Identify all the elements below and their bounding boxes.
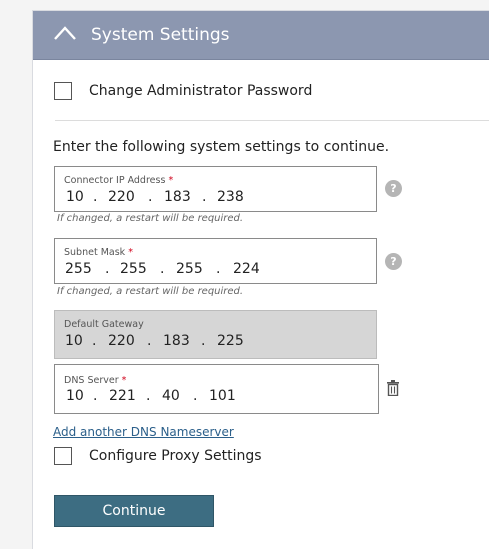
trash-icon[interactable] bbox=[386, 380, 400, 396]
connector-ip-field[interactable]: Connector IP Address * 10 . 220 . 183 . … bbox=[54, 166, 377, 212]
octet-separator: . bbox=[146, 388, 151, 404]
proxy-checkbox[interactable] bbox=[54, 447, 72, 465]
octet-separator: . bbox=[147, 333, 152, 349]
default-gateway-label: Default Gateway bbox=[64, 319, 144, 330]
octet-separator: . bbox=[193, 388, 198, 404]
octet-separator: . bbox=[160, 261, 165, 277]
mask-octet-4[interactable]: 224 bbox=[233, 261, 260, 277]
dns-octet-1[interactable]: 10 bbox=[66, 388, 84, 404]
change-password-label[interactable]: Change Administrator Password bbox=[89, 83, 312, 99]
help-icon[interactable]: ? bbox=[385, 253, 402, 270]
gateway-octet-4: 225 bbox=[217, 333, 244, 349]
subnet-mask-field[interactable]: Subnet Mask * 255 . 255 . 255 . 224 bbox=[54, 238, 377, 284]
octet-separator: . bbox=[93, 189, 98, 205]
required-mark: * bbox=[121, 375, 127, 386]
gateway-octet-2: 220 bbox=[108, 333, 135, 349]
help-icon[interactable]: ? bbox=[385, 180, 402, 197]
ip-octet-1[interactable]: 10 bbox=[66, 189, 84, 205]
mask-octet-3[interactable]: 255 bbox=[176, 261, 203, 277]
octet-separator: . bbox=[93, 388, 98, 404]
gateway-octet-3: 183 bbox=[163, 333, 190, 349]
subnet-mask-label: Subnet Mask * bbox=[64, 247, 133, 258]
dns-octet-3[interactable]: 40 bbox=[162, 388, 180, 404]
required-mark: * bbox=[128, 247, 133, 258]
default-gateway-field: Default Gateway 10 . 220 . 183 . 225 bbox=[54, 310, 377, 359]
connector-ip-label: Connector IP Address * bbox=[64, 175, 174, 186]
octet-separator: . bbox=[92, 333, 97, 349]
restart-hint: If changed, a restart will be required. bbox=[57, 213, 244, 224]
change-password-checkbox[interactable] bbox=[54, 82, 72, 100]
intro-text: Enter the following system settings to c… bbox=[53, 139, 390, 155]
octet-separator: . bbox=[202, 189, 207, 205]
ip-octet-4[interactable]: 238 bbox=[217, 189, 244, 205]
octet-separator: . bbox=[201, 333, 206, 349]
octet-separator: . bbox=[216, 261, 221, 277]
panel-title: System Settings bbox=[91, 25, 230, 45]
proxy-label[interactable]: Configure Proxy Settings bbox=[89, 448, 262, 464]
dns-server-label: DNS Server * bbox=[64, 375, 127, 386]
chevron-up-icon[interactable] bbox=[54, 25, 76, 41]
continue-button[interactable]: Continue bbox=[54, 495, 214, 527]
octet-separator: . bbox=[105, 261, 110, 277]
mask-octet-1[interactable]: 255 bbox=[65, 261, 92, 277]
add-dns-link[interactable]: Add another DNS Nameserver bbox=[53, 425, 234, 439]
panel-header[interactable]: System Settings bbox=[33, 11, 489, 60]
restart-hint: If changed, a restart will be required. bbox=[57, 286, 244, 297]
ip-octet-3[interactable]: 183 bbox=[164, 189, 191, 205]
dns-octet-4[interactable]: 101 bbox=[209, 388, 236, 404]
ip-octet-2[interactable]: 220 bbox=[108, 189, 135, 205]
gateway-octet-1: 10 bbox=[65, 333, 83, 349]
octet-separator: . bbox=[148, 189, 153, 205]
mask-octet-2[interactable]: 255 bbox=[120, 261, 147, 277]
dns-server-field[interactable]: DNS Server * 10 . 221 . 40 . 101 bbox=[54, 364, 379, 414]
divider bbox=[55, 120, 489, 121]
dns-octet-2[interactable]: 221 bbox=[109, 388, 136, 404]
required-mark: * bbox=[168, 175, 174, 186]
